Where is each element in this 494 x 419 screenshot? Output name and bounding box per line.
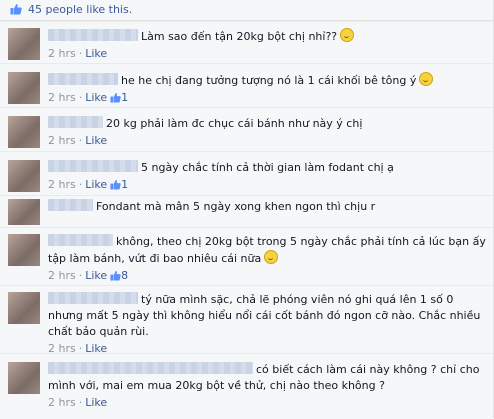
like-button[interactable]: Like	[85, 269, 107, 282]
comment: Làm sao đến tận 20kg bột chị nhỉ?? 2 hrs…	[0, 21, 494, 64]
commenter-name-redacted[interactable]	[48, 29, 138, 41]
like-button[interactable]: Like	[85, 91, 107, 104]
likes-count-link[interactable]: 45 people like this.	[28, 3, 132, 16]
comment: có biết cách làm cái này không ? chỉ cho…	[0, 353, 494, 419]
commenter-name-redacted[interactable]	[48, 234, 113, 246]
like-button[interactable]: Like	[85, 47, 107, 60]
comment-text: 5 ngày chắc tính cả thời gian làm fodant…	[141, 161, 394, 174]
comment: he he chị đang tưởng tượng nó là 1 cái k…	[0, 63, 494, 108]
commenter-name-redacted[interactable]	[48, 292, 138, 304]
commenter-name-redacted[interactable]	[48, 116, 103, 128]
comment-time[interactable]: 2 hrs	[48, 269, 76, 282]
thumbs-up-icon	[110, 92, 121, 103]
avatar[interactable]	[8, 234, 40, 266]
comment-time[interactable]: 2 hrs	[48, 396, 76, 409]
like-button[interactable]: Like	[85, 396, 107, 409]
avatar[interactable]	[8, 199, 40, 225]
avatar[interactable]	[8, 116, 40, 148]
comment: Fondant mà mân 5 ngày xong khen ngon thì…	[0, 195, 494, 228]
commenter-name-redacted[interactable]	[48, 160, 138, 172]
thumbs-up-icon	[110, 179, 121, 190]
comment: tý nữa mình sặc, chả lẽ phóng viên nó gh…	[0, 285, 494, 355]
likes-bar: 45 people like this.	[0, 0, 494, 21]
comment: 20 kg phải làm đc chục cái bánh như này …	[0, 107, 494, 152]
avatar[interactable]	[8, 28, 40, 60]
commenter-name-redacted[interactable]	[48, 199, 93, 211]
thumbs-up-icon	[10, 4, 22, 15]
comment-text: 20 kg phải làm đc chục cái bánh như này …	[106, 117, 363, 130]
comment-text: he he chị đang tưởng tượng nó là 1 cái k…	[121, 74, 417, 87]
avatar[interactable]	[8, 362, 40, 394]
commenter-name-redacted[interactable]	[48, 73, 118, 85]
comment: không, theo chị 20kg bột trong 5 ngày ch…	[0, 227, 494, 286]
smile-emoji-icon	[340, 28, 355, 42]
like-count[interactable]: 8	[121, 269, 128, 282]
thumbs-up-icon	[110, 270, 121, 281]
avatar[interactable]	[8, 72, 40, 104]
comment-time[interactable]: 2 hrs	[48, 134, 76, 147]
like-count[interactable]: 1	[121, 91, 128, 104]
comment-time[interactable]: 2 hrs	[48, 47, 76, 60]
like-button[interactable]: Like	[85, 178, 107, 191]
comment: 5 ngày chắc tính cả thời gian làm fodant…	[0, 151, 494, 196]
like-count[interactable]: 1	[121, 178, 128, 191]
comment-time[interactable]: 2 hrs	[48, 178, 76, 191]
comment-time[interactable]: 2 hrs	[48, 91, 76, 104]
comment-text: Fondant mà mân 5 ngày xong khen ngon thì…	[96, 200, 376, 213]
grin-emoji-icon	[419, 72, 434, 86]
comment-text: Làm sao đến tận 20kg bột chị nhỉ??	[141, 30, 338, 43]
avatar[interactable]	[8, 292, 40, 324]
like-button[interactable]: Like	[85, 134, 107, 147]
avatar[interactable]	[8, 160, 40, 192]
grin-emoji-icon	[264, 250, 279, 264]
commenter-name-redacted[interactable]	[48, 362, 253, 374]
